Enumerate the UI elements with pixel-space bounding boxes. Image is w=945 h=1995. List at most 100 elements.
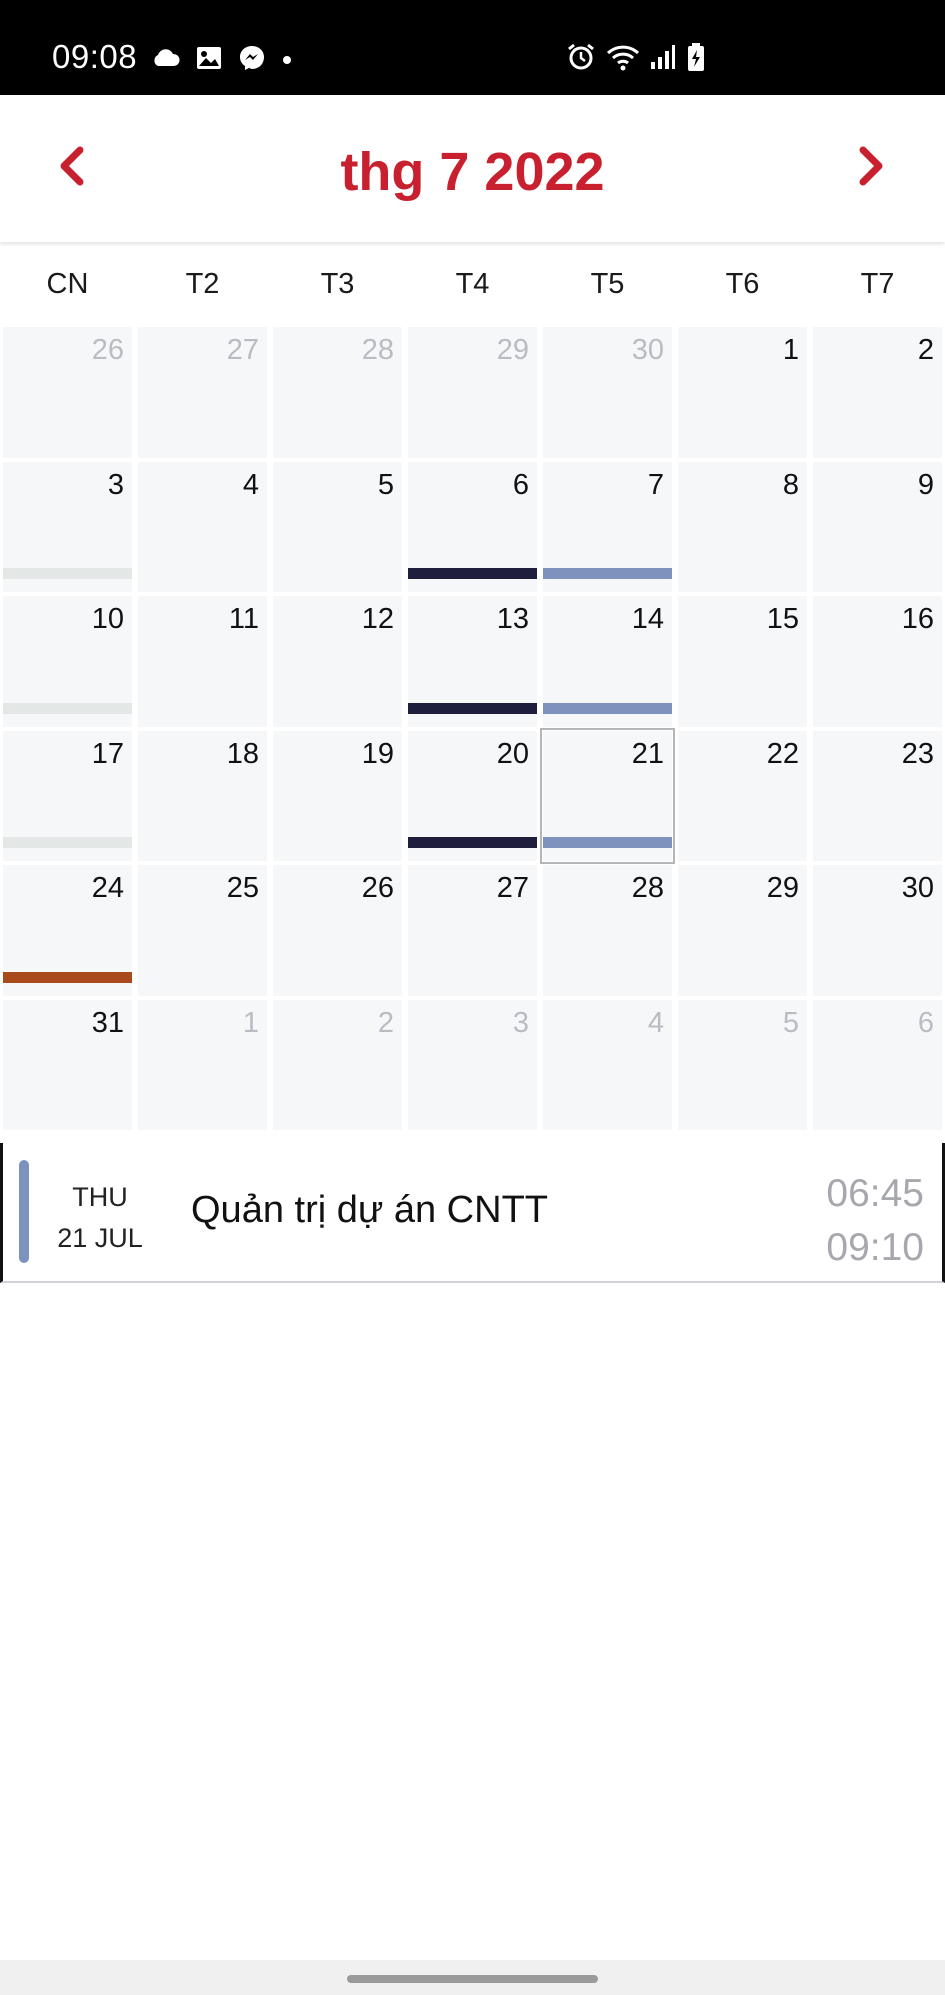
weekday-label: T7 [860, 268, 895, 300]
calendar-day[interactable]: 24 [3, 865, 132, 996]
weekday-label: T6 [725, 268, 760, 300]
event-weekday: THU [72, 1182, 128, 1212]
day-number: 6 [917, 1006, 934, 1039]
calendar-day[interactable]: 29 [408, 327, 537, 458]
day-number: 27 [226, 334, 259, 366]
weekday-label: T2 [185, 268, 220, 300]
day-number: 19 [361, 737, 394, 770]
day-number: 4 [242, 468, 259, 501]
calendar-grid: 26 27 28 29 30 1 2 3 4 5 6 7 8 9 10 11 12 13 14 15 16 17 18 19 2… [0, 325, 945, 1130]
wifi-icon [606, 43, 640, 76]
day-number: 10 [91, 603, 124, 635]
calendar-day[interactable]: 14 [543, 596, 672, 727]
day-number: 14 [631, 603, 664, 635]
day-number: 30 [631, 334, 664, 366]
day-number: 23 [901, 737, 934, 770]
day-number: 12 [361, 603, 394, 635]
weekday-label: T4 [455, 268, 490, 300]
weekday-label: T3 [320, 268, 355, 300]
calendar-day[interactable]: 4 [138, 461, 267, 592]
day-number: 1 [242, 1006, 259, 1039]
calendar-day[interactable]: 17 [3, 730, 132, 861]
day-number: 25 [226, 872, 259, 904]
day-number: 9 [917, 468, 934, 501]
calendar-day[interactable]: 3 [408, 999, 537, 1130]
day-number: 29 [496, 334, 529, 366]
calendar-day[interactable]: 16 [813, 596, 942, 727]
calendar-day[interactable]: 26 [3, 327, 132, 458]
day-number: 26 [361, 872, 394, 904]
weekday-label: CN [46, 268, 89, 300]
calendar-day[interactable]: 3 [3, 461, 132, 592]
day-number: 2 [377, 1006, 394, 1039]
calendar-day[interactable]: 7 [543, 461, 672, 592]
calendar-day[interactable]: 30 [813, 865, 942, 996]
calendar-day[interactable]: 28 [273, 327, 402, 458]
day-number: 11 [228, 603, 259, 635]
event-indicator-bar [3, 971, 132, 983]
calendar-day[interactable]: 2 [273, 999, 402, 1130]
calendar-day[interactable]: 27 [408, 865, 537, 996]
home-handle[interactable] [347, 1975, 598, 1983]
calendar-day[interactable]: 26 [273, 865, 402, 996]
event-indicator-bar [408, 702, 537, 714]
day-number: 3 [107, 468, 124, 501]
next-month-button[interactable] [835, 133, 905, 203]
calendar-day[interactable]: 19 [273, 730, 402, 861]
day-number: 24 [91, 872, 124, 904]
cloud-icon [150, 48, 180, 73]
calendar-day[interactable]: 30 [543, 327, 672, 458]
calendar-day-selected[interactable]: 21 [540, 727, 675, 864]
event-day-month: 21 JUL [57, 1223, 143, 1253]
calendar-day[interactable]: 22 [678, 730, 807, 861]
calendar-day[interactable]: 6 [408, 461, 537, 592]
calendar-day[interactable]: 29 [678, 865, 807, 996]
calendar-day[interactable]: 13 [408, 596, 537, 727]
event-item[interactable]: THU 21 JUL Quản trị dự án CNTT 06:45 09:… [0, 1143, 945, 1283]
calendar-day[interactable]: 23 [813, 730, 942, 861]
day-number: 21 [631, 737, 664, 770]
day-number: 27 [496, 872, 529, 904]
day-number: 30 [901, 872, 934, 904]
calendar-day[interactable]: 11 [138, 596, 267, 727]
calendar-day[interactable]: 18 [138, 730, 267, 861]
dot-icon [282, 52, 292, 70]
gesture-nav-bar [0, 1960, 945, 1995]
weekday-label: T5 [590, 268, 625, 300]
calendar-day[interactable]: 1 [678, 327, 807, 458]
calendar-day[interactable]: 2 [813, 327, 942, 458]
calendar-day[interactable]: 27 [138, 327, 267, 458]
calendar-day[interactable]: 28 [543, 865, 672, 996]
event-indicator-bar [3, 702, 132, 714]
calendar-day[interactable]: 12 [273, 596, 402, 727]
weekday-header: CN T2 T3 T4 T5 T6 T7 [0, 262, 945, 306]
calendar-day[interactable]: 8 [678, 461, 807, 592]
event-indicator-bar [408, 837, 537, 848]
event-indicator-bar [543, 837, 672, 848]
event-start-time: 06:45 [826, 1172, 924, 1215]
calendar-day[interactable]: 10 [3, 596, 132, 727]
calendar-day[interactable]: 4 [543, 999, 672, 1130]
event-date: THU 21 JUL [45, 1177, 155, 1259]
signal-icon [650, 44, 676, 75]
day-number: 1 [782, 334, 799, 366]
status-right-icons [566, 42, 706, 77]
calendar-day[interactable]: 20 [408, 730, 537, 861]
status-time: 09:08 [52, 38, 138, 75]
calendar-day[interactable]: 31 [3, 999, 132, 1130]
day-number: 15 [766, 603, 799, 635]
day-number: 17 [91, 737, 124, 770]
chevron-right-icon [859, 146, 883, 186]
day-number: 5 [782, 1006, 799, 1039]
calendar-day[interactable]: 15 [678, 596, 807, 727]
calendar-day[interactable]: 5 [678, 999, 807, 1130]
calendar-day[interactable]: 9 [813, 461, 942, 592]
month-title: thg 7 2022 [340, 142, 605, 202]
calendar-day[interactable]: 1 [138, 999, 267, 1130]
status-left-icons [150, 44, 292, 77]
calendar-day[interactable]: 25 [138, 865, 267, 996]
calendar-day[interactable]: 6 [813, 999, 942, 1130]
day-number: 8 [782, 468, 799, 501]
event-indicator-bar [3, 837, 132, 848]
calendar-day[interactable]: 5 [273, 461, 402, 592]
